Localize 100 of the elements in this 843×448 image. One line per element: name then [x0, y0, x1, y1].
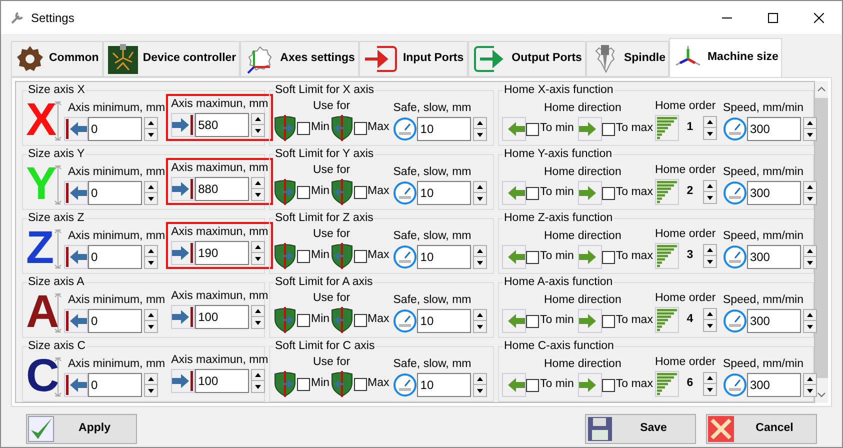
number-field[interactable]: 300 — [746, 373, 801, 397]
checkbox[interactable] — [354, 186, 367, 198]
tab[interactable]: Output Ports — [468, 41, 586, 77]
spin-up-button[interactable] — [251, 241, 266, 253]
spin-up-button[interactable] — [473, 373, 488, 385]
number-field[interactable]: 300 — [746, 309, 801, 333]
number-field[interactable]: 100 — [195, 369, 250, 393]
cancel-button[interactable]: Cancel — [706, 414, 817, 444]
spin-down-button[interactable] — [802, 129, 817, 141]
number-field[interactable]: 10 — [417, 117, 472, 141]
spin-up-button[interactable] — [251, 305, 266, 317]
number-field[interactable]: 300 — [746, 117, 801, 141]
spin-up-button[interactable] — [144, 373, 158, 385]
spin-up-button[interactable] — [144, 117, 158, 129]
checkbox[interactable] — [354, 314, 367, 326]
spin-down-button[interactable] — [251, 317, 266, 329]
save-button[interactable]: Save — [585, 414, 696, 444]
number-field[interactable]: 0 — [88, 181, 142, 205]
checkbox[interactable] — [526, 122, 539, 136]
checkbox[interactable] — [602, 250, 615, 264]
spin-down-button[interactable] — [473, 193, 488, 205]
spin-down-button[interactable] — [802, 385, 817, 397]
spin-down-button[interactable] — [802, 257, 817, 269]
spin-up-button[interactable] — [802, 373, 817, 385]
spin-up-button[interactable] — [702, 244, 717, 256]
spin-down-button[interactable] — [144, 385, 158, 397]
checkbox[interactable] — [354, 122, 367, 134]
spin-down-button[interactable] — [473, 385, 488, 397]
spin-down-button[interactable] — [702, 320, 717, 332]
number-field[interactable]: 10 — [417, 309, 472, 333]
checkbox[interactable] — [297, 250, 310, 262]
spin-down-button[interactable] — [702, 256, 717, 268]
spin-down-button[interactable] — [251, 381, 266, 393]
apply-button[interactable]: Apply — [26, 414, 137, 444]
number-field[interactable]: 100 — [195, 305, 250, 329]
tab[interactable]: Device controller — [102, 41, 240, 77]
number-field[interactable]: 190 — [195, 241, 250, 265]
checkbox[interactable] — [602, 122, 615, 136]
spin-down-button[interactable] — [702, 192, 717, 204]
checkbox[interactable] — [526, 250, 539, 264]
spin-down-button[interactable] — [473, 257, 488, 269]
spin-up-button[interactable] — [251, 369, 266, 381]
checkbox[interactable] — [602, 378, 615, 392]
spin-up-button[interactable] — [144, 245, 158, 257]
checkbox[interactable] — [297, 186, 310, 198]
spin-up-button[interactable] — [473, 245, 488, 257]
tab[interactable]: Axes settings — [240, 41, 359, 77]
spin-down-button[interactable] — [473, 321, 488, 333]
spin-up-button[interactable] — [144, 181, 158, 193]
scroll-down-icon[interactable] — [817, 392, 826, 398]
number-field[interactable]: 0 — [88, 309, 142, 333]
checkbox[interactable] — [526, 378, 539, 392]
spin-up-button[interactable] — [802, 181, 817, 193]
spin-up-button[interactable] — [473, 181, 488, 193]
spin-up-button[interactable] — [473, 117, 488, 129]
scroll-up-icon[interactable] — [817, 86, 826, 92]
spin-up-button[interactable] — [251, 113, 266, 125]
spin-up-button[interactable] — [702, 372, 717, 384]
checkbox[interactable] — [354, 378, 367, 390]
spin-down-button[interactable] — [251, 189, 266, 201]
spin-down-button[interactable] — [144, 129, 158, 141]
number-field[interactable]: 10 — [417, 181, 472, 205]
number-field[interactable]: 880 — [195, 177, 250, 201]
checkbox[interactable] — [602, 186, 615, 200]
spin-up-button[interactable] — [251, 177, 266, 189]
spin-down-button[interactable] — [144, 321, 158, 333]
checkbox[interactable] — [526, 314, 539, 328]
number-field[interactable]: 580 — [195, 113, 250, 137]
spin-down-button[interactable] — [144, 257, 158, 269]
spin-down-button[interactable] — [802, 321, 817, 333]
number-field[interactable]: 10 — [417, 245, 472, 269]
checkbox[interactable] — [602, 314, 615, 328]
spin-down-button[interactable] — [144, 193, 158, 205]
spin-up-button[interactable] — [702, 180, 717, 192]
checkbox[interactable] — [297, 378, 310, 390]
checkbox[interactable] — [354, 250, 367, 262]
spin-up-button[interactable] — [802, 245, 817, 257]
spin-down-button[interactable] — [702, 128, 717, 140]
spin-up-button[interactable] — [702, 116, 717, 128]
spin-up-button[interactable] — [702, 308, 717, 320]
checkbox[interactable] — [297, 314, 310, 326]
spin-down-button[interactable] — [251, 253, 266, 265]
tab[interactable]: Machine size — [669, 38, 782, 77]
tab[interactable]: Input Ports — [358, 41, 468, 77]
tab[interactable]: Common — [11, 41, 103, 77]
number-field[interactable]: 300 — [746, 245, 801, 269]
tab[interactable]: Spindle — [586, 41, 670, 77]
checkbox[interactable] — [297, 122, 310, 134]
number-field[interactable]: 10 — [417, 373, 472, 397]
spin-up-button[interactable] — [802, 309, 817, 321]
number-field[interactable]: 0 — [88, 117, 142, 141]
spin-down-button[interactable] — [473, 129, 488, 141]
spin-up-button[interactable] — [144, 309, 158, 321]
spin-up-button[interactable] — [802, 117, 817, 129]
spin-down-button[interactable] — [702, 384, 717, 396]
number-field[interactable]: 0 — [88, 245, 142, 269]
checkbox[interactable] — [526, 186, 539, 200]
spin-down-button[interactable] — [251, 125, 266, 137]
number-field[interactable]: 0 — [88, 373, 142, 397]
spin-up-button[interactable] — [473, 309, 488, 321]
